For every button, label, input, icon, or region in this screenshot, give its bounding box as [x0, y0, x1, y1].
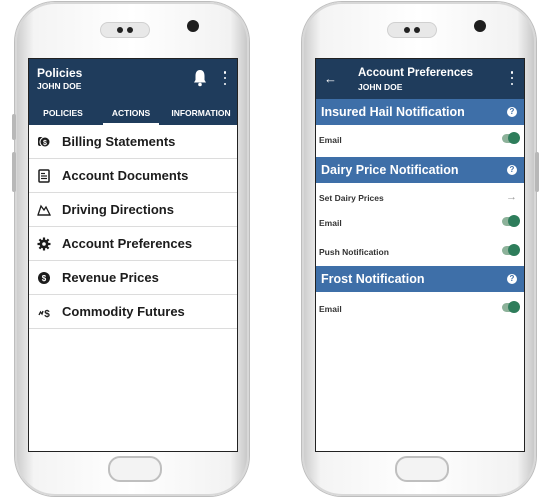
map-icon [37, 203, 51, 217]
dollar-sign-icon: $ [37, 305, 51, 319]
bell-icon[interactable] [193, 69, 207, 87]
tab-policies[interactable]: POLICIES [29, 101, 97, 125]
list-item-label: Driving Directions [62, 202, 174, 217]
gear-icon [37, 237, 51, 251]
home-button[interactable] [108, 456, 162, 482]
section-insured-hail: Insured Hail Notification ? [316, 99, 524, 125]
list-item-label: Commodity Futures [62, 304, 185, 319]
screen-left: Policies JOHN DOE POLICIES ACTIONS INFOR… [28, 58, 238, 452]
section-title: Insured Hail Notification [321, 105, 465, 119]
back-arrow-icon[interactable]: ← [324, 71, 337, 86]
section-frost: Frost Notification ? [316, 266, 524, 292]
list-item-account-documents[interactable]: Account Documents [29, 159, 237, 193]
volume-button-lower [12, 152, 16, 192]
screen-right: ← Account Preferences JOHN DOE Insured H… [315, 58, 525, 452]
section-dairy-price: Dairy Price Notification ? [316, 157, 524, 183]
setting-row-email: Email [316, 208, 524, 236]
tab-actions[interactable]: ACTIONS [97, 101, 165, 125]
more-options-icon[interactable] [510, 71, 514, 85]
volume-button [12, 114, 16, 140]
app-header: ← Account Preferences JOHN DOE [316, 59, 524, 99]
help-icon[interactable]: ? [507, 107, 517, 117]
push-notification-toggle[interactable] [502, 244, 520, 256]
section-title: Frost Notification [321, 272, 425, 286]
setting-row-email: Email [316, 294, 524, 322]
coin-icon: $ [37, 271, 51, 285]
actions-list: $ Billing Statements Account Documents D… [29, 125, 237, 329]
tab-bar: POLICIES ACTIONS INFORMATION [29, 101, 237, 125]
list-item-label: Billing Statements [62, 134, 176, 149]
app-header: Policies JOHN DOE POLICIES ACTIONS INFOR… [29, 59, 237, 125]
power-button [535, 152, 539, 192]
header-title: Policies [37, 66, 83, 80]
email-toggle[interactable] [502, 132, 520, 144]
header-title: Account Preferences [358, 67, 474, 79]
email-toggle[interactable] [502, 215, 520, 227]
setting-label: Set Dairy Prices [319, 193, 384, 203]
list-item-account-preferences[interactable]: Account Preferences [29, 227, 237, 261]
setting-label: Push Notification [319, 247, 389, 257]
setting-label: Email [319, 135, 342, 145]
email-toggle[interactable] [502, 301, 520, 313]
list-item-billing-statements[interactable]: $ Billing Statements [29, 125, 237, 159]
setting-label: Email [319, 304, 342, 314]
setting-row-set-dairy-prices[interactable]: Set Dairy Prices → [316, 183, 524, 211]
header-user: JOHN DOE [37, 81, 82, 91]
dollar-coin-icon: $ [37, 135, 51, 149]
phone-right: ← Account Preferences JOHN DOE Insured H… [302, 2, 539, 496]
help-icon[interactable]: ? [507, 274, 517, 284]
list-item-label: Revenue Prices [62, 270, 159, 285]
svg-text:$: $ [43, 140, 47, 147]
home-button[interactable] [395, 456, 449, 482]
more-options-icon[interactable] [223, 71, 227, 85]
setting-label: Email [319, 218, 342, 228]
section-title: Dairy Price Notification [321, 163, 459, 177]
earpiece [100, 22, 150, 38]
phone-left: Policies JOHN DOE POLICIES ACTIONS INFOR… [12, 2, 249, 496]
list-item-label: Account Documents [62, 168, 189, 183]
help-icon[interactable]: ? [507, 165, 517, 175]
front-camera [187, 20, 199, 32]
list-item-revenue-prices[interactable]: $ Revenue Prices [29, 261, 237, 295]
list-item-commodity-futures[interactable]: $ Commodity Futures [29, 295, 237, 329]
front-camera [474, 20, 486, 32]
setting-row-push-notification: Push Notification [316, 237, 524, 265]
document-icon [37, 168, 51, 183]
svg-text:$: $ [44, 309, 50, 319]
list-item-label: Account Preferences [62, 236, 193, 251]
svg-text:$: $ [42, 274, 47, 283]
header-user: JOHN DOE [358, 82, 403, 92]
tab-information[interactable]: INFORMATION [165, 101, 237, 125]
arrow-right-icon[interactable]: → [506, 191, 517, 203]
setting-row-email: Email [316, 125, 524, 153]
earpiece [387, 22, 437, 38]
list-item-driving-directions[interactable]: Driving Directions [29, 193, 237, 227]
